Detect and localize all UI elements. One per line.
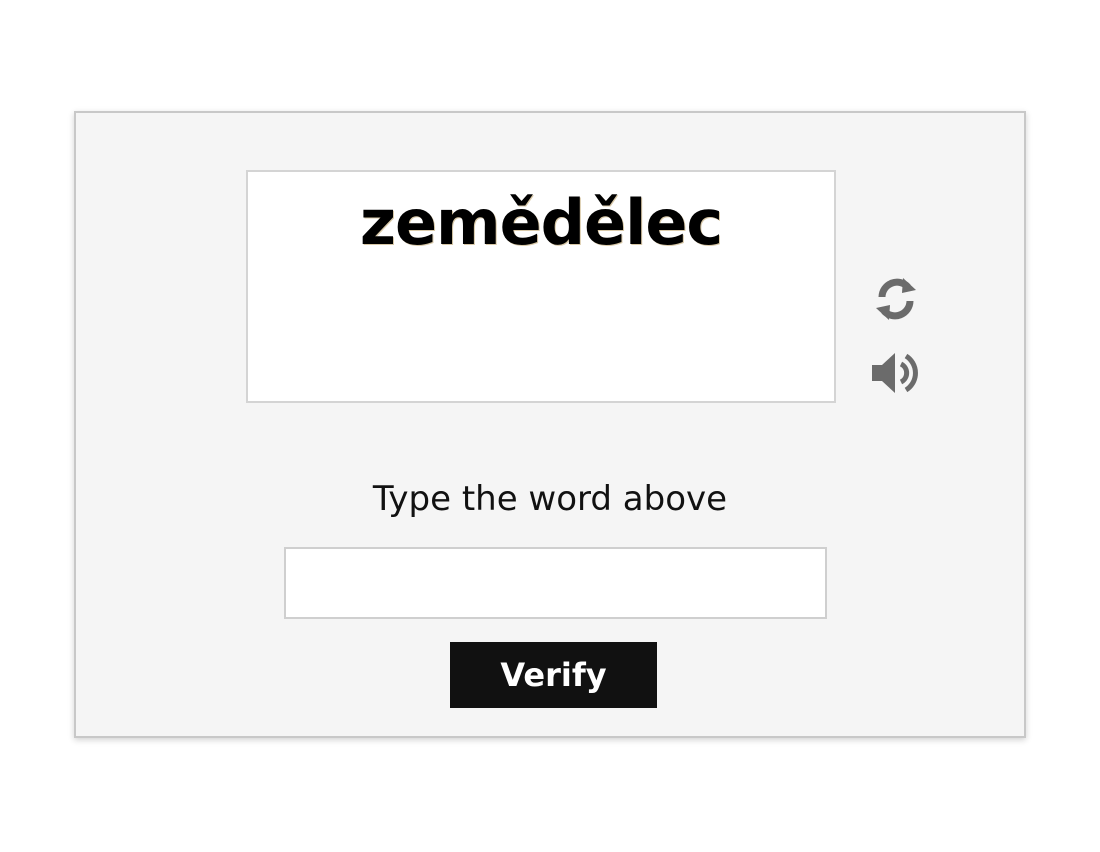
refresh-icon [876,278,916,320]
speaker-icon [872,353,918,393]
captcha-image: zemědělec [246,170,836,403]
audio-captcha-button[interactable] [870,347,922,399]
captcha-instruction: Type the word above [372,479,728,519]
captcha-word: zemědělec [359,186,723,259]
captcha-card: zemědělec Type the word above Verify [74,111,1026,738]
captcha-answer-input[interactable] [284,547,827,619]
refresh-captcha-button[interactable] [870,273,922,325]
verify-button[interactable]: Verify [450,642,657,708]
